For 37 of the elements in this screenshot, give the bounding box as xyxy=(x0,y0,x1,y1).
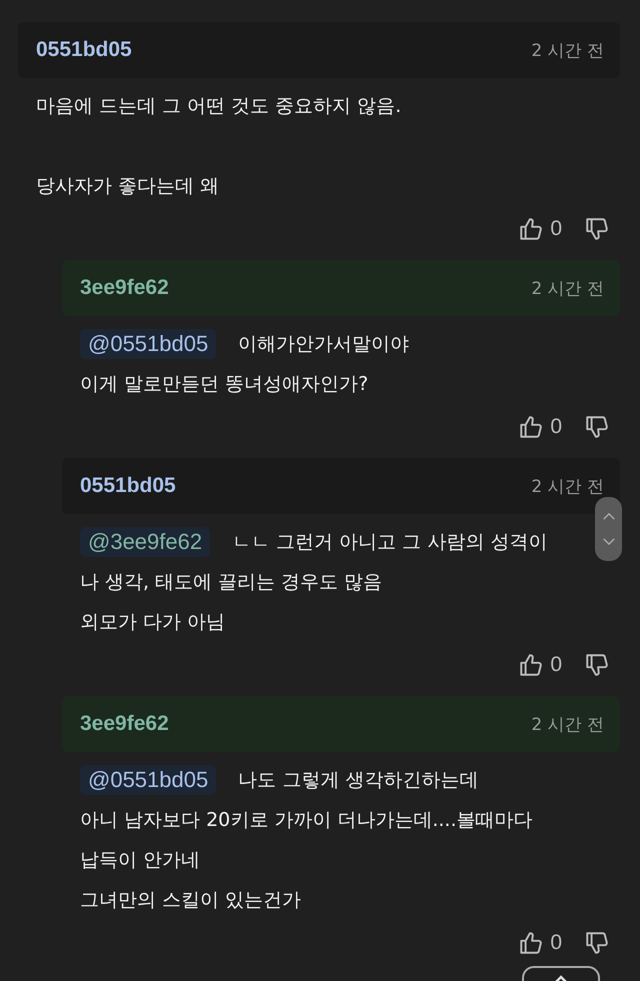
dislike-icon[interactable] xyxy=(584,414,610,440)
dislike-icon[interactable] xyxy=(584,216,610,242)
comment-text: 아니 남자보다 20키로 가까이 더나가는데....볼때마다 xyxy=(80,808,532,833)
like-icon[interactable] xyxy=(518,930,544,956)
timestamp: 2 시간 전 xyxy=(531,40,604,62)
comment-text: ㄴㄴ 그런거 아니고 그 사람의 성격이 xyxy=(232,530,548,555)
comment-text: 나 생각, 태도에 끌리는 경우도 많음 xyxy=(80,570,382,595)
mention-tag[interactable]: @3ee9fe62 xyxy=(80,527,210,557)
like-icon[interactable] xyxy=(518,414,544,440)
like-count: 0 xyxy=(550,931,562,955)
comment-text: 그녀만의 스킬이 있는건가 xyxy=(80,888,302,913)
comment-text: 납득이 안가네 xyxy=(80,848,200,873)
comment-text: 이해가안가서말이야 xyxy=(238,332,410,357)
comment-text: 이게 말로만듣던 똥녀성애자인가? xyxy=(80,372,368,397)
dislike-icon[interactable] xyxy=(584,930,610,956)
timestamp: 2 시간 전 xyxy=(531,278,604,300)
timestamp: 2 시간 전 xyxy=(531,476,604,498)
comment-text: 외모가 다가 아님 xyxy=(80,610,226,635)
timestamp: 2 시간 전 xyxy=(531,714,604,736)
username[interactable]: 3ee9fe62 xyxy=(80,276,169,300)
username[interactable]: 3ee9fe62 xyxy=(80,712,169,736)
comment-text: 나도 그렇게 생각하긴하는데 xyxy=(238,768,478,793)
mention-tag[interactable]: @0551bd05 xyxy=(80,765,216,795)
chevron-down-icon[interactable] xyxy=(602,536,616,546)
like-count: 0 xyxy=(550,217,562,241)
comment-text: 마음에 드는데 그 어떤 것도 중요하지 않음. xyxy=(36,94,402,119)
like-count: 0 xyxy=(550,415,562,439)
like-count: 0 xyxy=(550,653,562,677)
comment-text: 당사자가 좋다는데 왜 xyxy=(36,174,220,199)
username[interactable]: 0551bd05 xyxy=(80,474,176,498)
like-icon[interactable] xyxy=(518,652,544,678)
like-icon[interactable] xyxy=(518,216,544,242)
dislike-icon[interactable] xyxy=(584,652,610,678)
username[interactable]: 0551bd05 xyxy=(36,38,132,62)
mention-tag[interactable]: @0551bd05 xyxy=(80,329,216,359)
scroll-buttons[interactable] xyxy=(595,497,622,561)
chevron-up-icon[interactable] xyxy=(602,512,616,522)
